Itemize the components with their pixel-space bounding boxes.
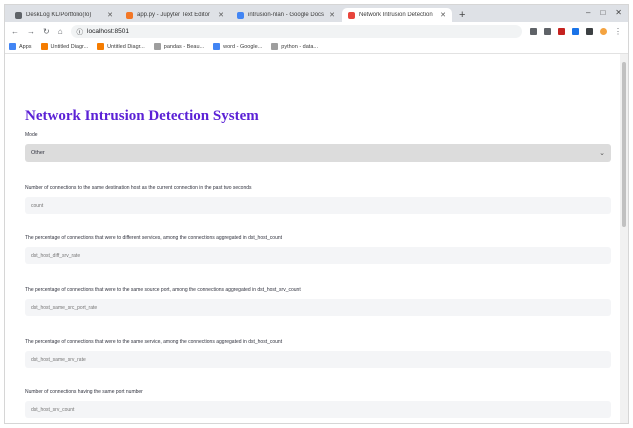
dst-host-same-src-port-rate-input[interactable] xyxy=(25,299,611,316)
bookmark-apps[interactable]: Apps xyxy=(9,43,32,50)
field-label-same-srv-rate: The percentage of connections that were … xyxy=(25,339,283,345)
browser-toolbar: ← → ↻ ⌂ ⓘ localhost:8501 ⋮ xyxy=(5,22,628,40)
profile-icon[interactable] xyxy=(600,27,607,35)
page-icon xyxy=(271,43,279,50)
tab-close-icon[interactable]: ✕ xyxy=(107,11,113,19)
extensions-bar: ⋮ xyxy=(530,27,622,36)
dst-host-diff-srv-rate-input[interactable] xyxy=(25,247,611,264)
tab-desklog[interactable]: DeskLog KL/Portfolio(Io) ✕ xyxy=(9,8,119,22)
field-label-count: Number of connections to the same destin… xyxy=(25,185,252,191)
bookmark-python-data[interactable]: python - data... xyxy=(271,43,318,50)
tab-favicon-icon xyxy=(15,11,22,19)
dst-host-srv-count-input[interactable] xyxy=(25,401,611,418)
star-icon[interactable] xyxy=(544,27,551,35)
tab-close-icon[interactable]: ✕ xyxy=(440,11,446,19)
extension-dark-icon[interactable] xyxy=(586,27,593,35)
field-label-same-src-port-rate: The percentage of connections that were … xyxy=(25,287,301,293)
mode-selected-value: Other xyxy=(31,150,45,156)
tab-favicon-icon xyxy=(348,11,355,19)
bookmark-label: Untitled Diagr... xyxy=(50,43,89,50)
reload-icon[interactable]: ↻ xyxy=(43,27,50,36)
page-icon xyxy=(153,43,161,50)
mode-select[interactable]: Other ⌄ xyxy=(25,144,611,162)
tab-network-intrusion[interactable]: Network Intrusion Detection ✕ xyxy=(342,8,452,22)
tab-google-docs[interactable]: intrusion-nlan - Google Docs ✕ xyxy=(231,8,341,22)
extension-red-icon[interactable] xyxy=(558,27,565,35)
page-title: Network Intrusion Detection System xyxy=(25,108,259,124)
forward-icon[interactable]: → xyxy=(27,27,35,36)
page-scrollbar[interactable] xyxy=(620,54,628,423)
dst-host-same-srv-rate-input[interactable] xyxy=(25,351,611,368)
tab-label: app.py - Jupyter Text Editor xyxy=(137,12,210,18)
back-icon[interactable]: ← xyxy=(11,27,19,36)
tab-label: intrusion-nlan - Google Docs xyxy=(248,12,325,18)
tab-close-icon[interactable]: ✕ xyxy=(329,11,335,19)
tab-label: Network Intrusion Detection xyxy=(359,12,433,18)
field-label-srv-count: Number of connections having the same po… xyxy=(25,389,143,395)
bookmark-word-google[interactable]: word - Google... xyxy=(213,43,262,50)
count-input[interactable] xyxy=(25,197,611,214)
tab-favicon-icon xyxy=(237,11,244,19)
docs-icon xyxy=(213,43,221,50)
site-info-icon[interactable]: ⓘ xyxy=(77,26,84,36)
minimize-icon[interactable]: – xyxy=(586,8,590,17)
puzzle-icon[interactable] xyxy=(530,27,537,35)
home-icon[interactable]: ⌂ xyxy=(58,27,63,36)
close-window-icon[interactable]: ✕ xyxy=(615,8,622,17)
bookmark-label: Apps xyxy=(19,43,32,50)
bookmarks-bar: Apps Untitled Diagr... Untitled Diagr...… xyxy=(5,40,628,54)
bookmark-label: word - Google... xyxy=(223,43,263,50)
tab-strip: DeskLog KL/Portfolio(Io) ✕ app.py - Jupy… xyxy=(5,5,628,22)
tab-jupyter[interactable]: app.py - Jupyter Text Editor ✕ xyxy=(120,8,230,22)
scrollbar-thumb[interactable] xyxy=(622,62,626,227)
field-label-diff-srv-rate: The percentage of connections that were … xyxy=(25,235,283,241)
bookmark-label: Untitled Diagr... xyxy=(107,43,145,50)
chevron-down-icon: ⌄ xyxy=(599,150,605,157)
extension-blue-icon[interactable] xyxy=(572,27,579,35)
bookmark-pandas[interactable]: pandas - Beau... xyxy=(153,43,205,50)
tab-close-icon[interactable]: ✕ xyxy=(218,11,224,19)
tab-favicon-icon xyxy=(126,11,133,19)
tab-label: DeskLog KL/Portfolio(Io) xyxy=(26,12,92,18)
drawio-icon xyxy=(40,43,48,50)
mode-label: Mode xyxy=(25,132,38,138)
bookmark-untitled-diagram-2[interactable]: Untitled Diagr... xyxy=(97,43,145,50)
drawio-icon xyxy=(97,43,105,50)
new-tab-button[interactable]: + xyxy=(453,8,471,22)
address-bar[interactable]: ⓘ localhost:8501 xyxy=(70,24,522,38)
apps-grid-icon xyxy=(9,43,16,50)
page-viewport: Network Intrusion Detection System Mode … xyxy=(5,54,628,423)
browser-window: DeskLog KL/Portfolio(Io) ✕ app.py - Jupy… xyxy=(4,4,629,424)
address-text: localhost:8501 xyxy=(87,27,129,35)
bookmark-untitled-diagram-1[interactable]: Untitled Diagr... xyxy=(40,43,89,50)
window-controls: – □ ✕ xyxy=(586,8,622,17)
bookmark-label: python - data... xyxy=(281,43,318,50)
bookmark-label: pandas - Beau... xyxy=(163,43,205,50)
menu-icon[interactable]: ⋮ xyxy=(614,27,622,36)
maximize-icon[interactable]: □ xyxy=(600,8,605,17)
